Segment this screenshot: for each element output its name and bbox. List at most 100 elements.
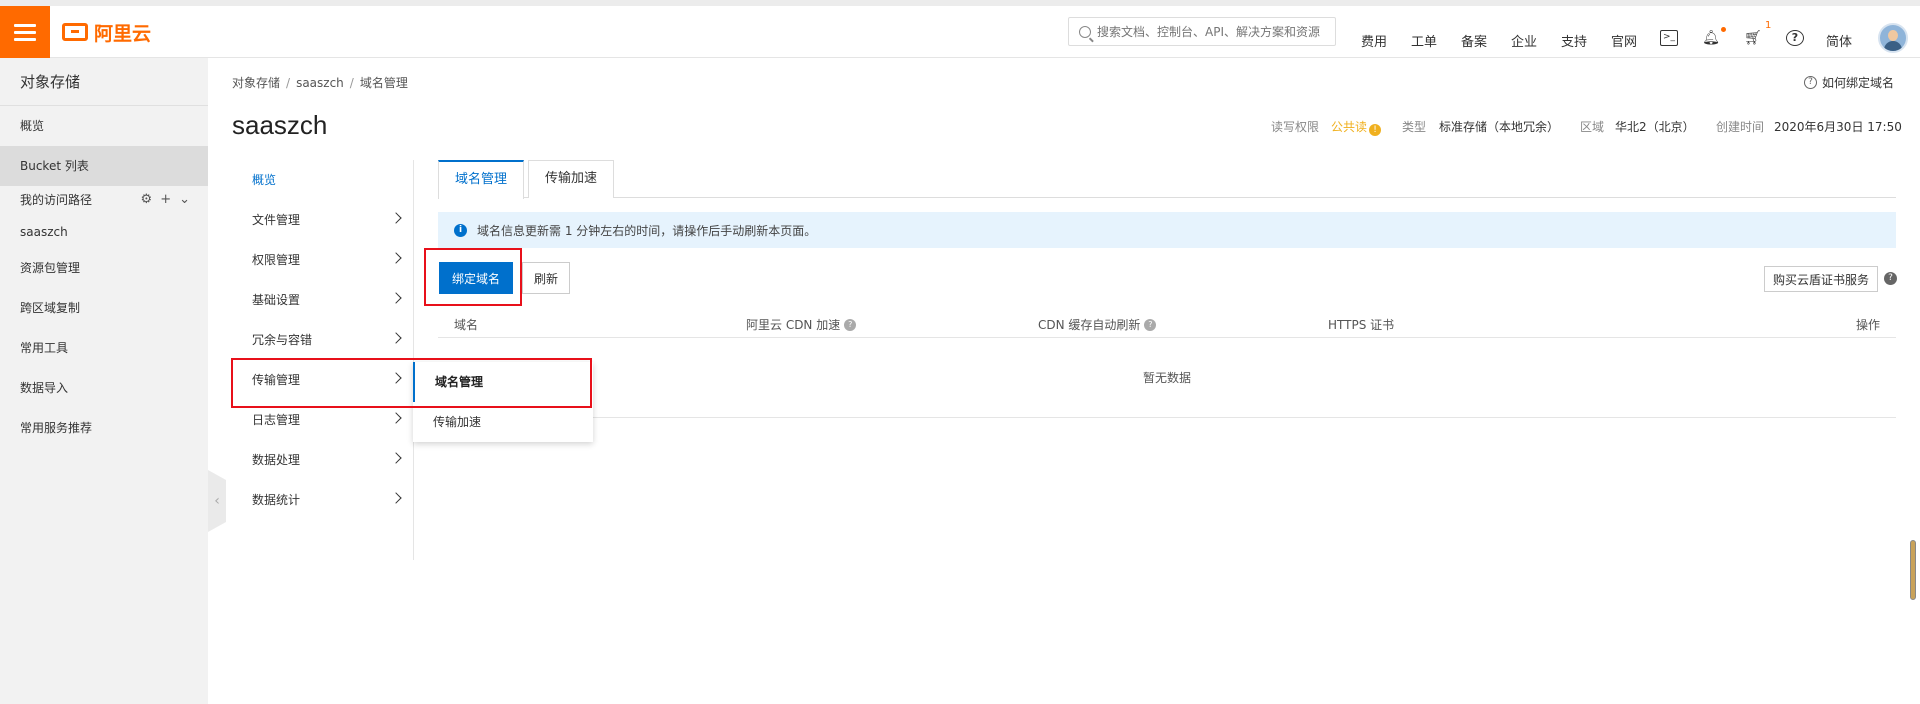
type-value: 标准存储（本地冗余） [1439, 120, 1560, 134]
refresh-button[interactable]: 刷新 [522, 262, 570, 294]
breadcrumb-oss[interactable]: 对象存储 [232, 76, 280, 90]
tab-transfer-acceleration[interactable]: 传输加速 [528, 160, 615, 198]
tab-domain-management[interactable]: 域名管理 [438, 160, 525, 199]
page-title: saaszch [232, 110, 328, 140]
bucket-nav-permissions[interactable]: 权限管理 [232, 240, 414, 280]
submenu-transfer-acceleration[interactable]: 传输加速 [413, 402, 593, 442]
submenu-domain-management[interactable]: 域名管理 [413, 362, 593, 402]
global-search[interactable] [1068, 17, 1336, 46]
bucket-nav-transfer[interactable]: 传输管理 [232, 360, 414, 400]
col-actions: 操作 [1856, 318, 1881, 332]
scrollbar-thumb[interactable] [1910, 540, 1916, 600]
sidebar-item-recommended[interactable]: 常用服务推荐 [0, 408, 208, 448]
buy-cert-button[interactable]: 购买云盾证书服务 [1764, 266, 1878, 292]
breadcrumb-bucket[interactable]: saaszch [296, 76, 344, 90]
region-label: 区域 [1580, 120, 1605, 134]
aliyun-logo[interactable]: 阿里云 [62, 20, 152, 45]
info-icon: i [454, 223, 467, 237]
nav-icp[interactable]: 备案 [1461, 31, 1487, 50]
chevron-right-icon [390, 412, 402, 424]
table-empty: 暂无数据 [438, 338, 1896, 418]
sidebar-title: 对象存储 [0, 58, 208, 106]
bucket-nav-statistics[interactable]: 数据统计 [232, 480, 414, 520]
bucket-nav-transfer-label: 传输管理 [252, 373, 301, 387]
bucket-nav-overview[interactable]: 概览 [232, 160, 414, 200]
sidebar-item-data-import[interactable]: 数据导入 [0, 368, 208, 408]
chevron-right-icon [390, 212, 402, 224]
logo-mark-icon [62, 23, 88, 41]
col-https: HTTPS 证书 [1328, 318, 1395, 332]
chevron-right-icon [390, 372, 402, 384]
acl-value-text: 公共读 [1331, 120, 1368, 134]
bucket-nav-basic-settings-label: 基础设置 [252, 293, 301, 307]
col-cdn-label: 阿里云 CDN 加速 [746, 318, 841, 332]
domain-table-header: 域名 阿里云 CDN 加速? CDN 缓存自动刷新? HTTPS 证书 操作 [438, 308, 1896, 338]
access-paths-label: 我的访问路径 [20, 193, 93, 207]
help-link-bind-domain[interactable]: ? 如何绑定域名 [1804, 74, 1894, 91]
terminal-icon[interactable]: >_ [1660, 30, 1678, 46]
nav-official-site[interactable]: 官网 [1611, 31, 1637, 50]
bucket-nav-logs-label: 日志管理 [252, 413, 301, 427]
breadcrumb-current: 域名管理 [359, 76, 408, 90]
question-icon: ? [1804, 76, 1817, 89]
col-domain: 域名 [454, 318, 479, 332]
created-label: 创建时间 [1716, 120, 1765, 134]
sidebar-item-cross-region[interactable]: 跨区域复制 [0, 288, 208, 328]
chevron-right-icon [390, 492, 402, 504]
cart-count-badge: 1 [1765, 20, 1772, 31]
nav-support[interactable]: 支持 [1561, 31, 1587, 50]
chevron-right-icon [390, 292, 402, 304]
product-sidebar: 对象存储 概览 Bucket 列表 我的访问路径 ⚙ + ⌄ saaszch 资… [0, 58, 208, 704]
bucket-nav-files[interactable]: 文件管理 [232, 200, 414, 240]
col-cdn: 阿里云 CDN 加速? [746, 316, 857, 333]
cert-help-icon[interactable]: ? [1884, 272, 1897, 285]
warning-icon[interactable]: ! [1369, 124, 1382, 136]
type-label: 类型 [1402, 120, 1427, 134]
col-cdn-refresh: CDN 缓存自动刷新? [1038, 316, 1157, 333]
bucket-nav-data-processing[interactable]: 数据处理 [232, 440, 414, 480]
help-icon[interactable]: ? [844, 318, 857, 331]
acl-value: 公共读! [1331, 118, 1382, 136]
notification-dot [1721, 27, 1726, 32]
acl-label: 读写权限 [1271, 120, 1320, 134]
nav-tickets[interactable]: 工单 [1411, 31, 1437, 50]
bucket-nav-files-label: 文件管理 [252, 213, 301, 227]
created-value: 2020年6月30日 17:50 [1774, 120, 1902, 134]
bucket-nav-redundancy-label: 冗余与容错 [252, 333, 313, 347]
transfer-submenu: 域名管理 传输加速 [413, 362, 593, 442]
breadcrumb: 对象存储 / saaszch / 域名管理 [232, 76, 408, 90]
hamburger-menu-icon[interactable] [0, 6, 50, 58]
chevron-right-icon [390, 332, 402, 344]
chevron-right-icon [390, 252, 402, 264]
chevron-right-icon [390, 452, 402, 464]
search-input[interactable] [1097, 24, 1327, 39]
nav-billing[interactable]: 费用 [1361, 31, 1387, 50]
help-icon[interactable]: ? [1144, 318, 1157, 331]
nav-enterprise[interactable]: 企业 [1511, 31, 1537, 50]
sidebar-collapse-handle[interactable]: ‹ [208, 470, 226, 532]
avatar[interactable] [1878, 23, 1908, 53]
sidebar-item-saaszch[interactable]: saaszch [0, 212, 208, 252]
top-bar: 阿里云 费用 工单 备案 企业 支持 官网 >_ 🔔︎ 🛒︎ 1 ? 简体 [0, 0, 1920, 58]
language-switch[interactable]: 简体 [1826, 31, 1852, 50]
logo-text: 阿里云 [94, 22, 152, 45]
help-link-text: 如何绑定域名 [1822, 76, 1895, 90]
sidebar-item-resource-packs[interactable]: 资源包管理 [0, 248, 208, 288]
notice-text: 域名信息更新需 1 分钟左右的时间，请操作后手动刷新本页面。 [477, 223, 817, 238]
search-icon [1079, 25, 1091, 38]
bucket-nav-data-processing-label: 数据处理 [252, 453, 301, 467]
bucket-nav-redundancy[interactable]: 冗余与容错 [232, 320, 414, 360]
cart-icon[interactable]: 🛒︎ [1744, 30, 1762, 46]
tab-bar: 域名管理 传输加速 [438, 160, 1896, 199]
bell-icon[interactable]: 🔔︎ [1702, 30, 1720, 46]
bucket-nav-permissions-label: 权限管理 [252, 253, 301, 267]
col-cdn-refresh-label: CDN 缓存自动刷新 [1038, 318, 1141, 332]
bucket-nav: 概览 文件管理 权限管理 基础设置 冗余与容错 传输管理 日志管理 数据处理 数… [232, 160, 414, 560]
bucket-nav-basic-settings[interactable]: 基础设置 [232, 280, 414, 320]
sidebar-item-overview[interactable]: 概览 [0, 106, 208, 146]
bind-domain-button[interactable]: 绑定域名 [439, 262, 513, 294]
help-icon[interactable]: ? [1786, 30, 1804, 46]
region-value: 华北2（北京） [1615, 120, 1695, 134]
bucket-nav-logs[interactable]: 日志管理 [232, 400, 414, 440]
sidebar-item-tools[interactable]: 常用工具 [0, 328, 208, 368]
